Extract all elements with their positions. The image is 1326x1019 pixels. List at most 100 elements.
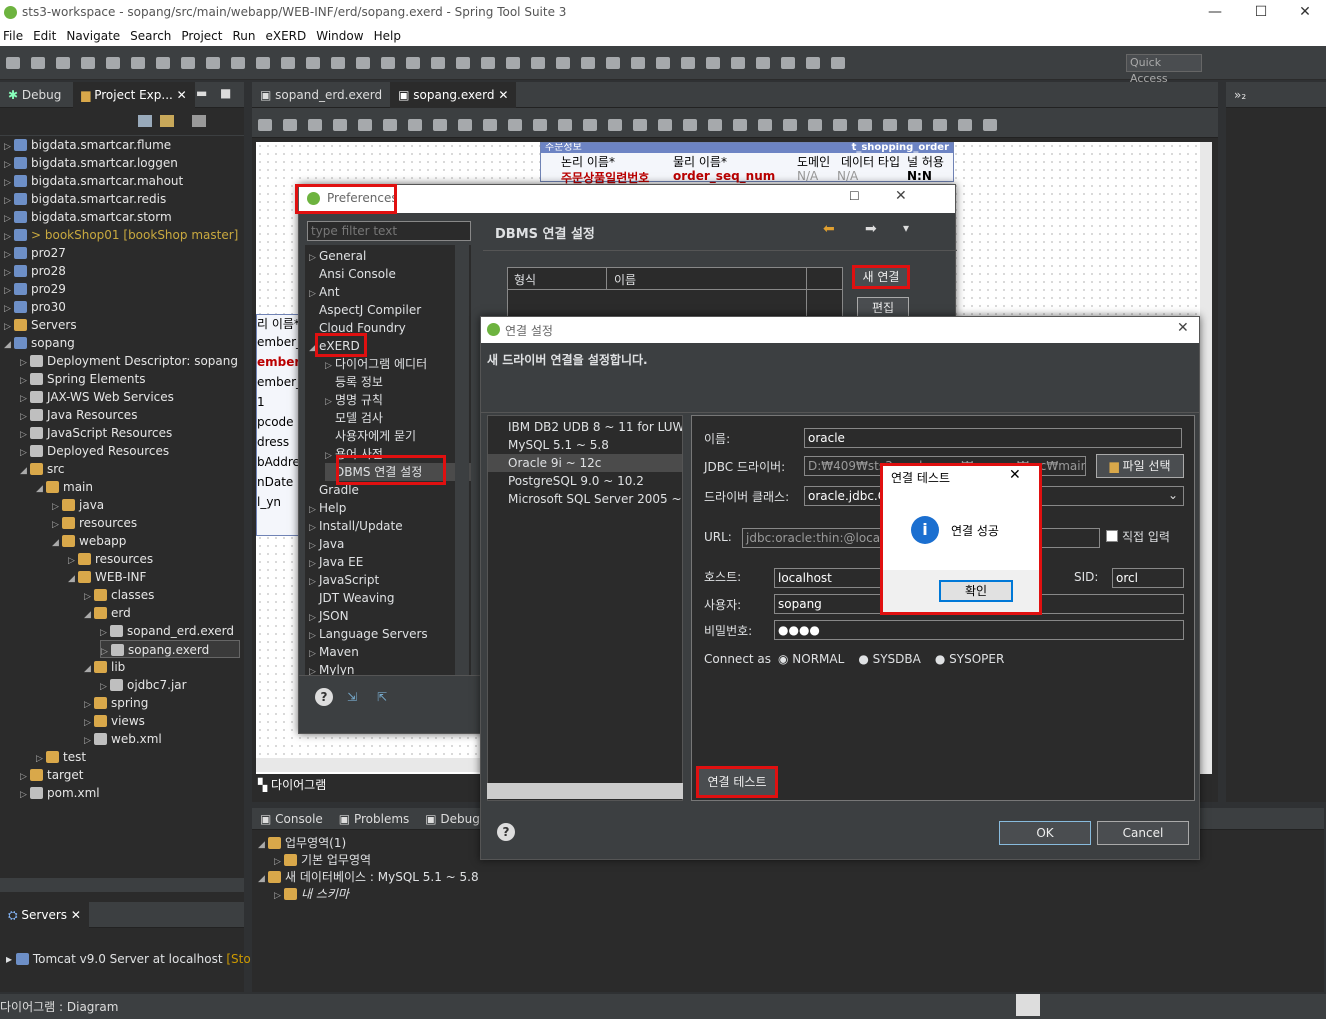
- driver-item[interactable]: Oracle 9i ~ 12c: [488, 454, 682, 472]
- erd-tool-icon[interactable]: [583, 119, 597, 131]
- driver-list-scrollbar[interactable]: [487, 783, 683, 799]
- prefs-item[interactable]: 모델 검사: [325, 409, 383, 427]
- tree-item[interactable]: ▷ target: [20, 766, 84, 784]
- quick-access-input[interactable]: Quick Access: [1126, 54, 1202, 85]
- toolbar-icon[interactable]: [106, 57, 120, 69]
- view-menu-icon[interactable]: [192, 115, 206, 127]
- toolbar-icon[interactable]: [606, 57, 620, 69]
- minimize-button[interactable]: —: [1192, 0, 1238, 26]
- message-ok-button[interactable]: 확인: [939, 580, 1013, 602]
- tab-servers[interactable]: ⛭ Servers ✕: [0, 902, 89, 928]
- tree-item[interactable]: ▷ > bookShop01 [bookShop master]: [4, 226, 238, 244]
- chevron-down-icon[interactable]: ◢: [84, 606, 94, 624]
- minimize-view-icon[interactable]: ▬: [196, 86, 207, 100]
- menu-search[interactable]: Search: [127, 26, 178, 43]
- prefs-item[interactable]: ▷ JavaScript: [309, 571, 379, 589]
- menu-window[interactable]: Window: [313, 26, 370, 43]
- erd-tool-icon[interactable]: [958, 119, 972, 131]
- prefs-item[interactable]: ▷ Maven: [309, 643, 359, 661]
- canvas-vscrollbar[interactable]: [1200, 142, 1212, 774]
- maximize-dialog-icon[interactable]: ☐: [849, 189, 860, 203]
- close-tab-icon[interactable]: ✕: [177, 88, 187, 102]
- toolbar-icon[interactable]: [281, 57, 295, 69]
- chevron-down-icon[interactable]: ◢: [68, 570, 78, 588]
- prefs-item[interactable]: ▷ Language Servers: [309, 625, 428, 643]
- toolbar-icon[interactable]: [831, 57, 845, 69]
- erd-tool-icon[interactable]: [558, 119, 572, 131]
- erd-tool-icon[interactable]: [308, 119, 322, 131]
- close-dialog-icon[interactable]: ✕: [895, 188, 907, 204]
- tree-item[interactable]: ▷ views: [84, 712, 145, 730]
- chevron-right-icon[interactable]: ▷: [20, 786, 30, 804]
- erd-tool-icon[interactable]: [283, 119, 297, 131]
- chevron-icon[interactable]: ▷: [274, 891, 284, 901]
- sid-input[interactable]: orcl: [1112, 568, 1184, 588]
- prefs-item[interactable]: ▷ JSON: [309, 607, 349, 625]
- menu-edit[interactable]: Edit: [30, 26, 63, 43]
- role-sysoper-radio[interactable]: ● SYSOPER: [935, 652, 1004, 666]
- toolbar-icon[interactable]: [481, 57, 495, 69]
- toolbar-icon[interactable]: [256, 57, 270, 69]
- toolbar-icon[interactable]: [31, 57, 45, 69]
- prefs-item[interactable]: Ansi Console: [309, 265, 396, 283]
- erd-tool-icon[interactable]: [758, 119, 772, 131]
- menu-project[interactable]: Project: [178, 26, 229, 43]
- erd-tool-icon[interactable]: [933, 119, 947, 131]
- tree-item[interactable]: ▷ Deployed Resources: [20, 442, 169, 460]
- ok-button[interactable]: OK: [999, 821, 1091, 845]
- close-tab-icon[interactable]: ✕: [495, 88, 508, 102]
- toolbar-icon[interactable]: [6, 57, 20, 69]
- toolbar-icon[interactable]: [56, 57, 70, 69]
- prefs-item[interactable]: ▷ Mylyn: [309, 661, 355, 675]
- toolbar-icon[interactable]: [431, 57, 445, 69]
- tree-item[interactable]: ◢ webapp: [52, 532, 126, 550]
- toolbar-icon[interactable]: [131, 57, 145, 69]
- tree-item[interactable]: ▷ JAX-WS Web Services: [20, 388, 174, 406]
- toolbar-icon[interactable]: [781, 57, 795, 69]
- tree-item[interactable]: ▷ bigdata.smartcar.redis: [4, 190, 166, 208]
- driver-item[interactable]: IBM DB2 UDB 8 ~ 11 for LUW: [488, 418, 682, 436]
- help-icon[interactable]: ?: [497, 823, 515, 841]
- tree-item[interactable]: ▷ sopand_erd.exerd: [100, 622, 234, 640]
- prefs-item[interactable]: ▷ 다이어그램 에디터: [325, 355, 427, 373]
- toolbar-icon[interactable]: [631, 57, 645, 69]
- toolbar-icon[interactable]: [381, 57, 395, 69]
- toolbar-icon[interactable]: [406, 57, 420, 69]
- role-sysdba-radio[interactable]: ● SYSDBA: [858, 652, 921, 666]
- maximize-view-icon[interactable]: ■: [220, 86, 231, 100]
- prefs-item[interactable]: ▷ Ant: [309, 283, 340, 301]
- toolbar-icon[interactable]: [356, 57, 370, 69]
- back-arrow-icon[interactable]: ⬅: [823, 221, 835, 237]
- chevron-down-icon[interactable]: ◢: [4, 336, 14, 354]
- prefs-item[interactable]: ▷ Java: [309, 535, 344, 553]
- prefs-scrollbar[interactable]: [455, 245, 469, 675]
- driver-item[interactable]: PostgreSQL 9.0 ~ 10.2: [488, 472, 682, 490]
- toolbar-icon[interactable]: [556, 57, 570, 69]
- tree-item[interactable]: ◢ lib: [84, 658, 125, 676]
- chevron-icon[interactable]: ◢: [258, 874, 268, 884]
- prefs-item[interactable]: ▷ Help: [309, 499, 346, 517]
- new-connection-button[interactable]: 새 연결: [852, 265, 910, 289]
- file-select-button[interactable]: ▆ 파일 선택: [1096, 454, 1184, 478]
- tree-item[interactable]: ▷ bigdata.smartcar.storm: [4, 208, 172, 226]
- toolbar-icon[interactable]: [231, 57, 245, 69]
- filter-input[interactable]: type filter text: [307, 221, 471, 241]
- collapse-all-icon[interactable]: [138, 115, 152, 127]
- chevron-down-icon[interactable]: ◢: [20, 462, 30, 480]
- erd-tool-icon[interactable]: [708, 119, 722, 131]
- tab-project-explorer[interactable]: ▆ Project Exp... ✕: [73, 82, 195, 108]
- chevron-down-icon[interactable]: ◢: [84, 660, 94, 678]
- erd-table-order[interactable]: 주문정보 t_shopping_order 논리 이름* 물리 이름* 도메인 데이터 …: [540, 142, 954, 185]
- prefs-item[interactable]: ▷ Install/Update: [309, 517, 403, 535]
- erd-tool-icon[interactable]: [883, 119, 897, 131]
- tree-item[interactable]: ◢ main: [36, 478, 93, 496]
- erd-tool-icon[interactable]: [533, 119, 547, 131]
- tree-item[interactable]: ▷ resources: [52, 514, 137, 532]
- tree-item[interactable]: ▷ bigdata.smartcar.flume: [4, 136, 171, 154]
- maximize-button[interactable]: ☐: [1238, 0, 1284, 26]
- toolbar-icon[interactable]: [581, 57, 595, 69]
- toolbar-icon[interactable]: [306, 57, 320, 69]
- tree-item[interactable]: ▷ test: [36, 748, 86, 766]
- erd-tool-icon[interactable]: [358, 119, 372, 131]
- tree-item[interactable]: ▷ classes: [84, 586, 154, 604]
